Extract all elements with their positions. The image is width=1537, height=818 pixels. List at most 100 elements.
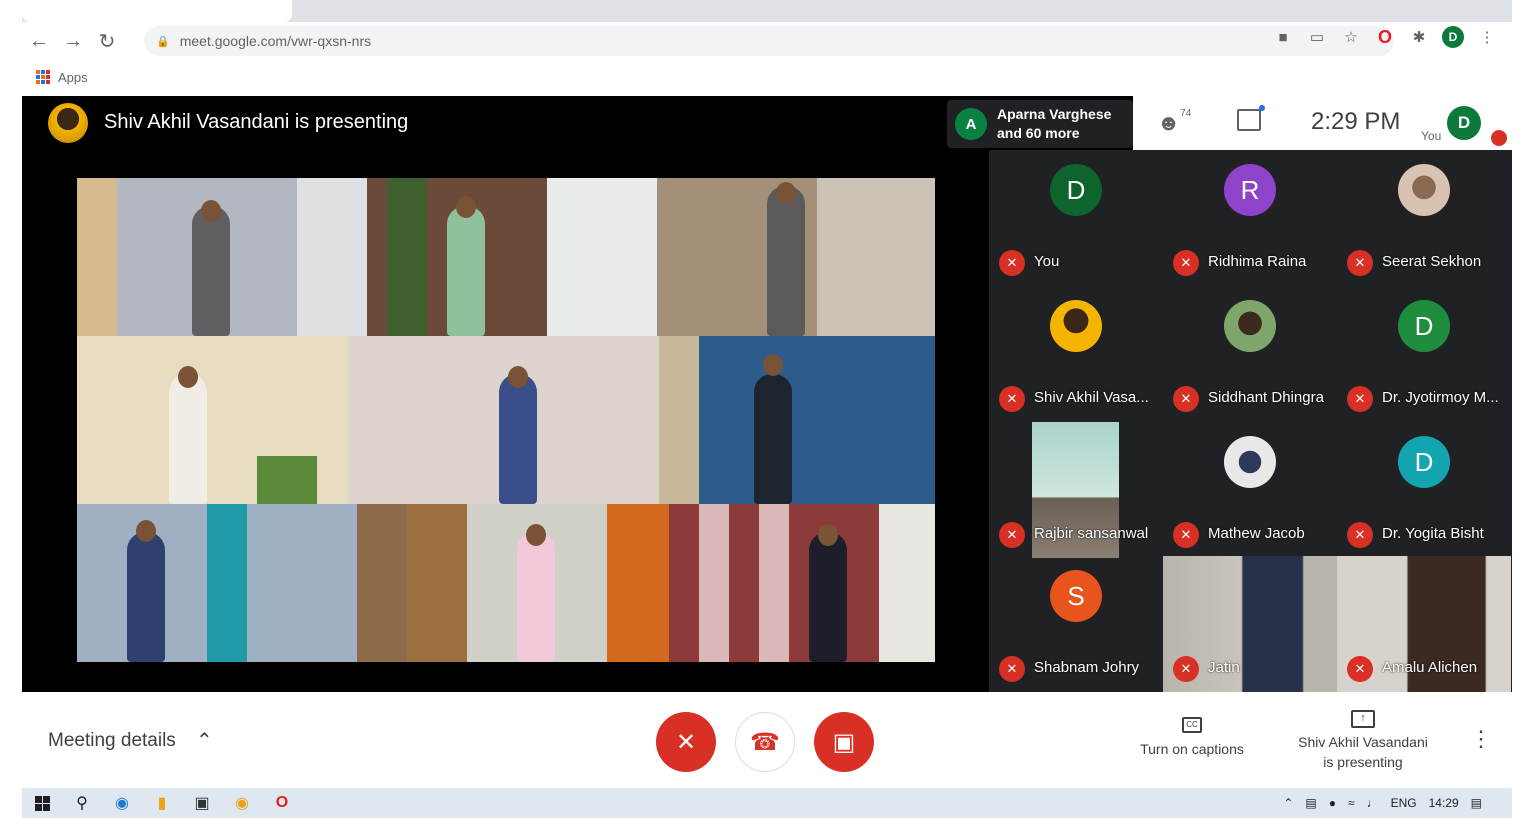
self-mic-muted-icon	[1491, 130, 1507, 146]
participant-tile[interactable]: D ✕ You	[989, 150, 1163, 286]
volume-icon[interactable]: ♩	[1367, 796, 1379, 810]
participant-tile[interactable]: ✕ Rajbir sansanwal	[989, 422, 1163, 558]
camera-icon[interactable]: ■	[1272, 26, 1294, 48]
mic-muted-icon: ✕	[1347, 656, 1373, 682]
participant-name: Ridhima Raina	[1208, 253, 1307, 270]
opera-extension-icon[interactable]: O	[1374, 26, 1396, 48]
participant-name: Siddhant Dhingra	[1208, 389, 1324, 406]
wifi-icon[interactable]: ≈	[1348, 796, 1355, 810]
you-label: You	[1421, 129, 1442, 143]
presenting-title: Shiv Akhil Vasandani is presenting	[104, 111, 409, 133]
participant-chip-text: Aparna Varghese and 60 more	[997, 105, 1111, 143]
microphone-icon[interactable]: ●	[1329, 796, 1336, 810]
participant-name: Mathew Jacob	[1208, 525, 1305, 542]
presentation-area	[22, 150, 989, 692]
present-now-button[interactable]: ↑ Shiv Akhil Vasandani is presenting	[1288, 706, 1438, 772]
collage-tile	[669, 504, 935, 662]
tray-chevron-icon[interactable]: ⌃	[1283, 796, 1293, 810]
participant-name: Dr. Yogita Bisht	[1382, 525, 1484, 542]
participant-tile[interactable]: D ✕ Dr. Jyotirmoy M...	[1337, 286, 1511, 422]
participants-chip[interactable]: A Aparna Varghese and 60 more	[947, 100, 1133, 148]
participant-photo	[1224, 300, 1276, 352]
address-bar[interactable]: 🔒 meet.google.com/vwr-qxsn-nrs	[144, 26, 1394, 56]
mic-muted-icon: ✕	[999, 656, 1025, 682]
meet-stage: Shiv Akhil Vasandani is presenting A Apa…	[22, 96, 1512, 692]
url-text: meet.google.com/vwr-qxsn-nrs	[179, 33, 372, 49]
notifications-icon[interactable]: ▤	[1471, 796, 1482, 810]
more-options-icon[interactable]: ⋮	[1470, 726, 1492, 752]
camera-toggle-button[interactable]: ▣	[814, 712, 874, 772]
presenter-avatar	[48, 103, 88, 143]
apps-bookmark[interactable]: Apps	[58, 70, 88, 85]
meeting-details-button[interactable]: Meeting details	[48, 730, 176, 752]
participant-photo	[1224, 436, 1276, 488]
mic-muted-icon: ✕	[1173, 250, 1199, 276]
forward-icon[interactable]: →	[56, 26, 90, 56]
chrome-icon[interactable]: ◉	[222, 788, 262, 818]
chat-icon[interactable]	[1237, 105, 1265, 131]
self-avatar[interactable]: D	[1447, 106, 1481, 140]
meet-top-right: ☻74 2:29 PM You D	[1133, 96, 1512, 150]
participant-tile[interactable]: R ✕ Ridhima Raina	[1163, 150, 1337, 286]
participant-avatar: D	[1050, 164, 1102, 216]
windows-start-icon[interactable]	[22, 788, 62, 818]
opera-icon[interactable]: O	[262, 788, 302, 818]
participant-tile[interactable]: ✕ Siddhant Dhingra	[1163, 286, 1337, 422]
mic-muted-icon: ✕	[1173, 522, 1199, 548]
edge-icon[interactable]: ◉	[102, 788, 142, 818]
participant-tile[interactable]: ✕ Shiv Akhil Vasa...	[989, 286, 1163, 422]
mic-muted-icon: ✕	[999, 522, 1025, 548]
participant-name: Rajbir sansanwal	[1034, 525, 1149, 542]
participant-grid: D ✕ You R ✕ Ridhima Raina ✕ Seerat Sekho…	[989, 150, 1512, 692]
language-indicator[interactable]: ENG	[1391, 796, 1417, 810]
store-icon[interactable]: ▣	[182, 788, 222, 818]
camera-off-icon: ▣	[832, 728, 856, 756]
active-tab[interactable]	[22, 0, 292, 22]
people-icon[interactable]: ☻74	[1157, 107, 1192, 136]
browser-toolbar: ← → ↻ 🔒 meet.google.com/vwr-qxsn-nrs ■ ▭…	[22, 22, 1512, 60]
profile-avatar[interactable]: D	[1442, 26, 1464, 48]
participant-avatar: S	[1050, 570, 1102, 622]
collage-tile	[349, 336, 659, 504]
apps-grid-icon[interactable]	[36, 70, 50, 84]
collage-tile	[407, 504, 669, 662]
back-icon[interactable]: ←	[22, 26, 56, 56]
participant-tile[interactable]: ✕ Jatin	[1163, 556, 1337, 692]
presented-video-collage	[77, 178, 935, 662]
chevron-up-icon[interactable]: ⌃	[196, 728, 213, 753]
network-icon[interactable]: ▤	[1305, 796, 1316, 810]
mic-muted-icon: ✕	[1347, 522, 1373, 548]
participant-avatar: R	[1224, 164, 1276, 216]
participant-photo	[1050, 300, 1102, 352]
bookmark-star-icon[interactable]: ☆	[1340, 26, 1362, 48]
mic-muted-icon: ✕	[1347, 386, 1373, 412]
participant-tile[interactable]: ✕ Mathew Jacob	[1163, 422, 1337, 558]
mic-toggle-button[interactable]: ✕	[656, 712, 716, 772]
captions-button[interactable]: CC Turn on captions	[1132, 714, 1252, 757]
lock-icon: 🔒	[156, 35, 170, 48]
participant-count: 74	[1180, 107, 1192, 119]
leave-call-button[interactable]: ☎	[735, 712, 795, 772]
cast-icon[interactable]: ▭	[1306, 26, 1328, 48]
system-tray: ⌃ ▤ ● ≈ ♩ ENG 14:29 ▤	[1283, 788, 1482, 818]
hang-up-icon: ☎	[750, 728, 780, 756]
participant-tile[interactable]: ✕ Seerat Sekhon	[1337, 150, 1511, 286]
menu-kebab-icon[interactable]: ⋮	[1476, 26, 1498, 48]
mic-muted-icon: ✕	[1173, 386, 1199, 412]
reload-icon[interactable]: ↻	[90, 26, 124, 56]
file-explorer-icon[interactable]: ▮	[142, 788, 182, 818]
participant-tile[interactable]: D ✕ Dr. Yogita Bisht	[1337, 422, 1511, 558]
toolbar-icons: ■ ▭ ☆ O ✱ D ⋮	[1272, 26, 1498, 48]
collage-tile	[659, 336, 935, 504]
extensions-puzzle-icon[interactable]: ✱	[1408, 26, 1430, 48]
taskbar-clock[interactable]: 14:29	[1429, 796, 1459, 810]
participant-tile[interactable]: S ✕ Shabnam Johry	[989, 556, 1163, 692]
collage-tile	[657, 178, 935, 336]
search-icon[interactable]: ⚲	[62, 788, 102, 818]
bookmarks-bar: Apps	[22, 60, 1512, 94]
participant-name: Seerat Sekhon	[1382, 253, 1482, 270]
participant-tile[interactable]: ✕ Amalu Alichen	[1337, 556, 1511, 692]
mic-off-icon: ✕	[675, 728, 697, 756]
windows-taskbar: ⚲ ◉ ▮ ▣ ◉ O ⌃ ▤ ● ≈ ♩ ENG 14:29 ▤	[22, 788, 1512, 818]
presenting-label-line2: is presenting	[1323, 754, 1403, 770]
